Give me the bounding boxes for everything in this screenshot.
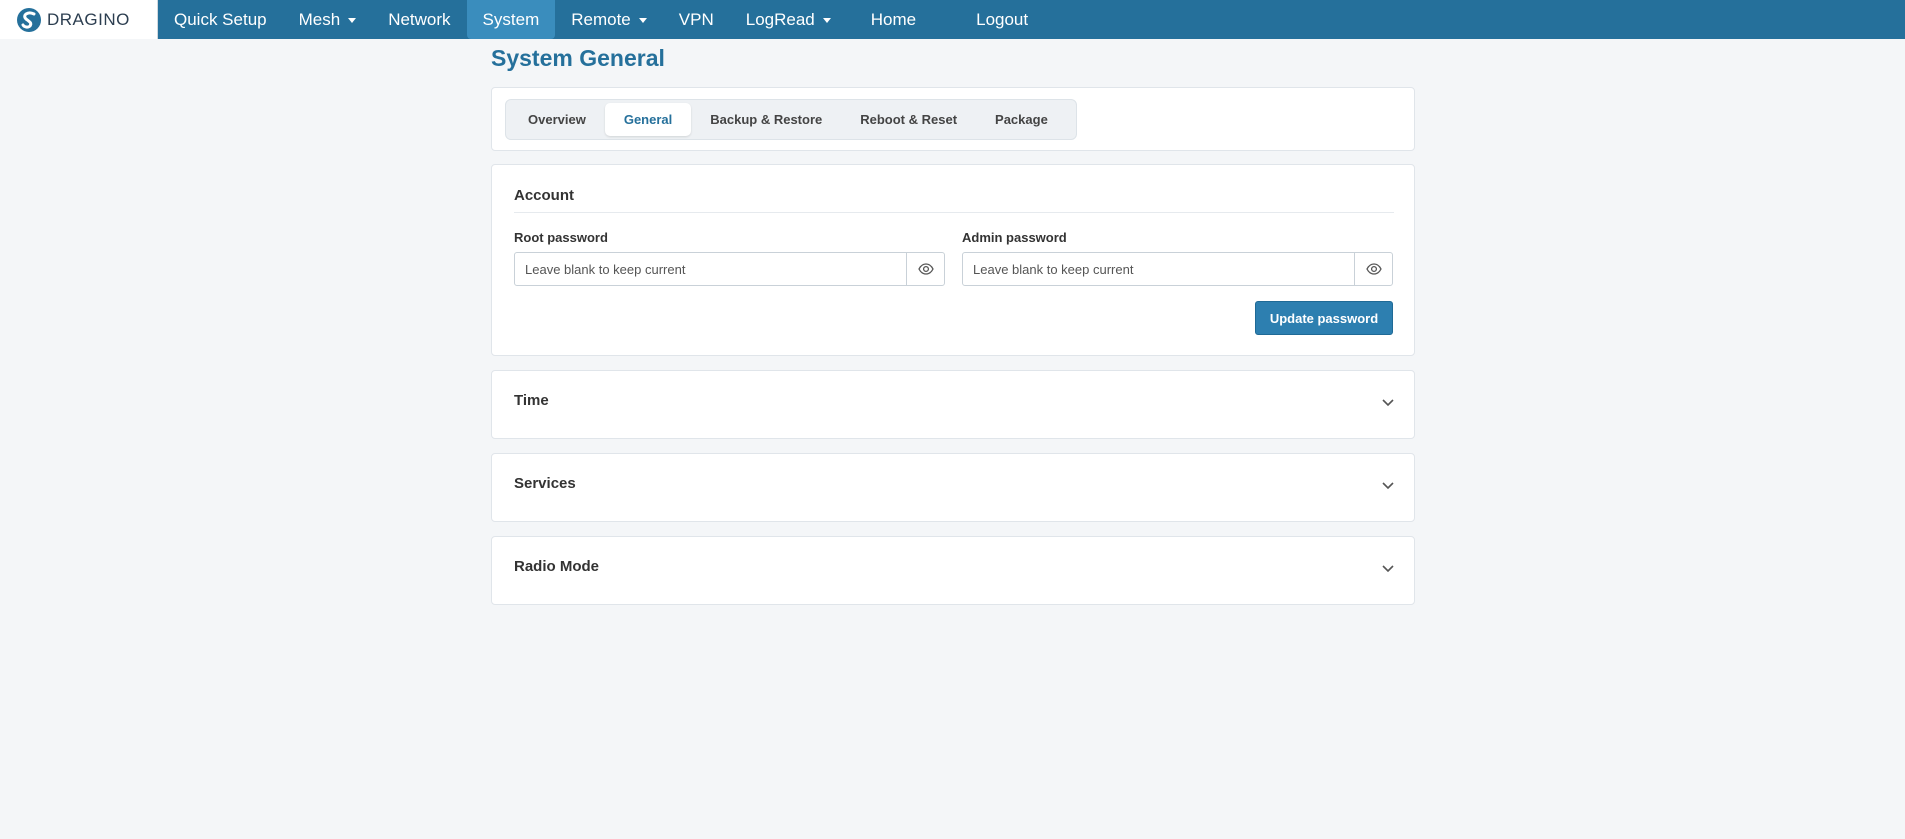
nav-vpn[interactable]: VPN <box>663 0 730 39</box>
nav-label: LogRead <box>745 9 815 29</box>
caret-down-icon <box>822 18 831 23</box>
admin-password-input[interactable] <box>963 253 1354 285</box>
services-section[interactable]: Services <box>491 453 1415 522</box>
nav-network[interactable]: Network <box>372 0 466 39</box>
root-password-group <box>514 252 945 286</box>
tab-package[interactable]: Package <box>976 103 1067 136</box>
tab-overview[interactable]: Overview <box>509 103 605 136</box>
nav-mesh[interactable]: Mesh <box>283 0 373 39</box>
root-password-label: Root password <box>514 230 608 245</box>
update-password-button[interactable]: Update password <box>1255 301 1393 335</box>
tab-reboot-reset[interactable]: Reboot & Reset <box>841 103 976 136</box>
tabs-card: Overview General Backup & Restore Reboot… <box>491 87 1415 151</box>
nav-label: System <box>482 9 540 29</box>
root-reveal-button[interactable] <box>906 253 944 285</box>
time-section-title: Time <box>514 392 549 409</box>
dragino-logo-icon <box>17 7 41 32</box>
nav-system[interactable]: System <box>466 0 556 39</box>
caret-down-icon <box>348 18 357 23</box>
account-title: Account <box>514 187 574 204</box>
eye-icon <box>1365 263 1382 275</box>
nav-label: Home <box>870 9 917 29</box>
nav-label: Network <box>388 9 451 29</box>
radio-mode-section-title: Radio Mode <box>514 558 599 575</box>
radio-mode-section[interactable]: Radio Mode <box>491 536 1415 605</box>
chevron-down-icon <box>1382 565 1394 573</box>
admin-password-label: Admin password <box>962 230 1067 245</box>
page-title: System General <box>491 45 665 71</box>
system-tabs: Overview General Backup & Restore Reboot… <box>505 99 1077 140</box>
services-section-title: Services <box>514 475 576 492</box>
eye-icon <box>917 263 934 275</box>
time-section[interactable]: Time <box>491 370 1415 439</box>
nav-logread[interactable]: LogRead <box>730 0 847 39</box>
brand-logo[interactable]: DRAGINO <box>0 0 158 39</box>
logo-text: DRAGINO <box>47 9 130 29</box>
chevron-down-icon <box>1382 399 1394 407</box>
nav-quick-setup[interactable]: Quick Setup <box>158 0 283 39</box>
admin-password-group <box>962 252 1393 286</box>
admin-reveal-button[interactable] <box>1354 253 1392 285</box>
top-navbar: DRAGINO Quick Setup Mesh Network System … <box>0 0 1905 39</box>
nav-label: Mesh <box>298 9 341 29</box>
chevron-down-icon <box>1382 482 1394 490</box>
nav-logout[interactable]: Logout <box>932 0 1044 39</box>
nav-label: Quick Setup <box>174 9 267 29</box>
nav-remote[interactable]: Remote <box>555 0 663 39</box>
nav-label: Remote <box>571 9 631 29</box>
tab-general[interactable]: General <box>604 103 692 136</box>
nav-label: VPN <box>678 9 714 29</box>
nav-home[interactable]: Home <box>847 0 932 39</box>
nav-label: Logout <box>976 9 1029 29</box>
section-divider <box>514 212 1394 213</box>
account-card: Account Root password Admin password Upd… <box>491 164 1415 356</box>
root-password-input[interactable] <box>515 253 906 285</box>
caret-down-icon <box>638 18 647 23</box>
tab-backup-restore[interactable]: Backup & Restore <box>691 103 841 136</box>
